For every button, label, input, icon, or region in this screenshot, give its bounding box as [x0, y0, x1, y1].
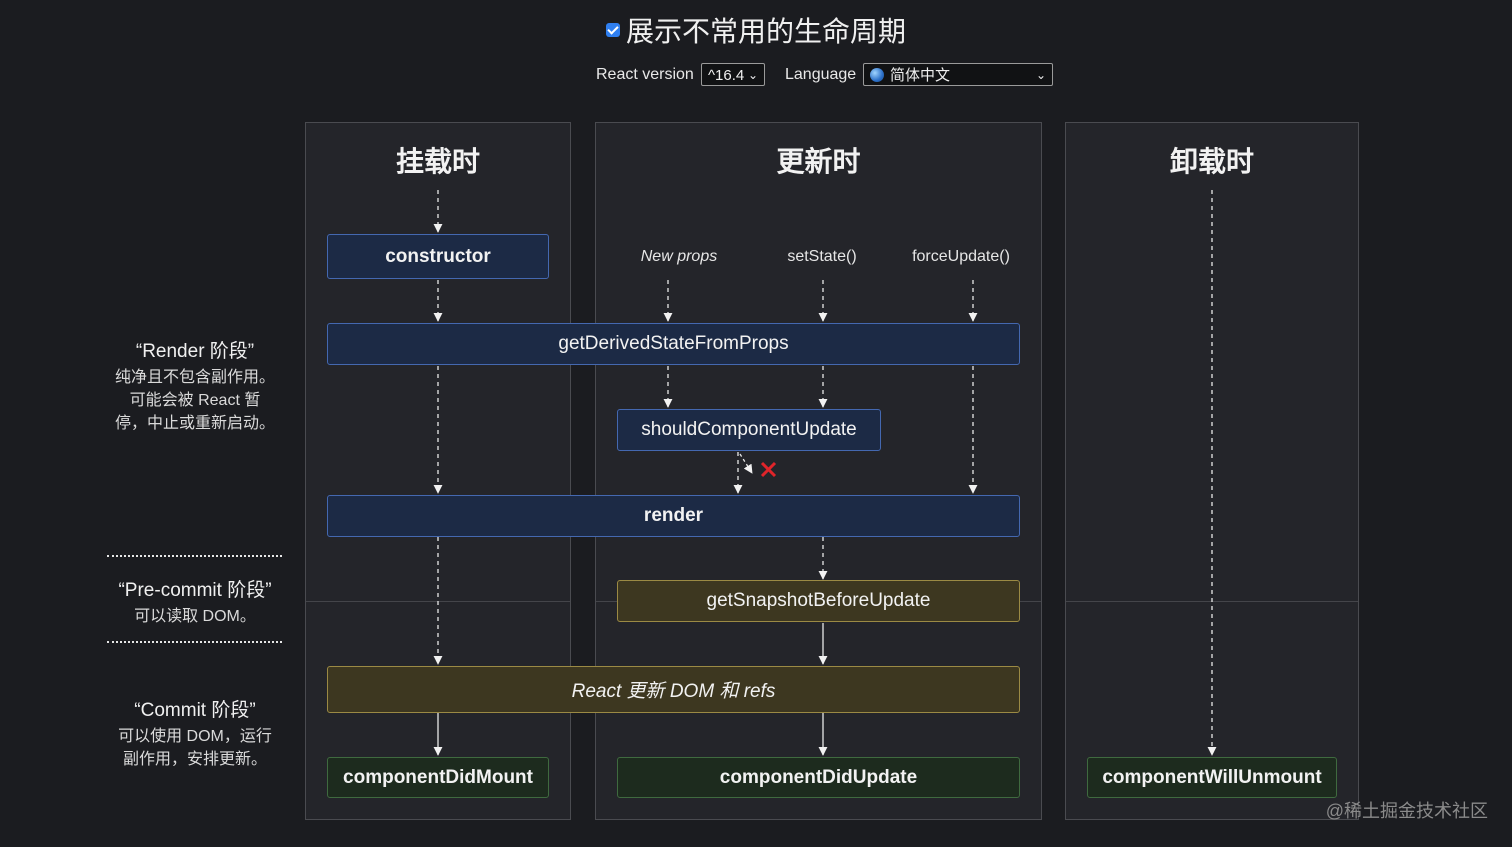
react-updates-dom-box: React 更新 DOM 和 refs	[327, 666, 1020, 713]
trigger-force-update: forceUpdate()	[912, 248, 1010, 265]
constructor-box: constructor	[327, 234, 549, 279]
watermark: @稀土掘金技术社区	[1325, 801, 1488, 821]
trigger-set-state: setState()	[787, 248, 857, 265]
get-derived-state-from-props-box: getDerivedStateFromProps	[327, 323, 1020, 365]
component-did-mount-box: componentDidMount	[327, 757, 549, 798]
render-box: render	[327, 495, 1020, 537]
get-snapshot-before-update-box: getSnapshotBeforeUpdate	[617, 580, 1020, 622]
trigger-new-props: New props	[640, 248, 718, 265]
cancel-x-icon	[760, 461, 777, 478]
component-will-unmount-box: componentWillUnmount	[1087, 757, 1337, 798]
component-did-update-box: componentDidUpdate	[617, 757, 1020, 798]
should-component-update-box: shouldComponentUpdate	[617, 409, 881, 451]
